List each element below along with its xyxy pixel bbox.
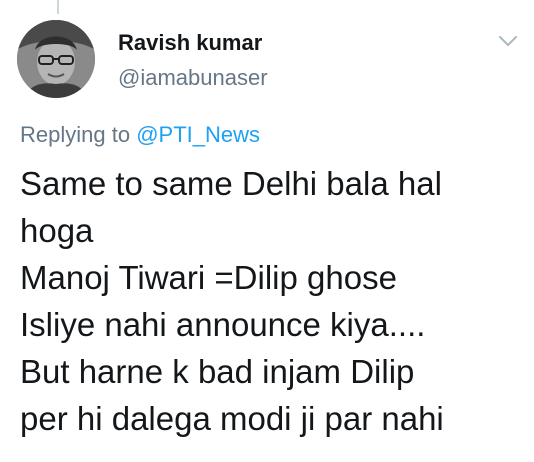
- replying-to-line: Replying to @PTI_News: [20, 122, 260, 148]
- tweet-line: per hi dalega modi ji par nahi: [20, 400, 444, 437]
- tweet-text: Same to same Delhi bala hal hoga Manoj T…: [20, 160, 525, 442]
- tweet-line: Isliye nahi announce kiya....: [20, 306, 426, 343]
- tweet-line: But harne k bad injam Dilip: [20, 353, 415, 390]
- avatar[interactable]: [17, 20, 95, 98]
- display-name[interactable]: Ravish kumar: [118, 30, 262, 56]
- thread-connector-line: [57, 0, 59, 14]
- tweet-line: Same to same Delhi bala hal: [20, 165, 442, 202]
- tweet-line: Manoj Tiwari =Dilip ghose: [20, 259, 397, 296]
- reply-mention-link[interactable]: @PTI_News: [136, 122, 260, 147]
- tweet-line: hoga: [20, 212, 94, 249]
- username-handle[interactable]: @iamabunaser: [118, 65, 268, 91]
- replying-to-label: Replying to: [20, 122, 131, 147]
- chevron-down-icon[interactable]: [497, 33, 519, 49]
- profile-photo-icon: [17, 20, 95, 98]
